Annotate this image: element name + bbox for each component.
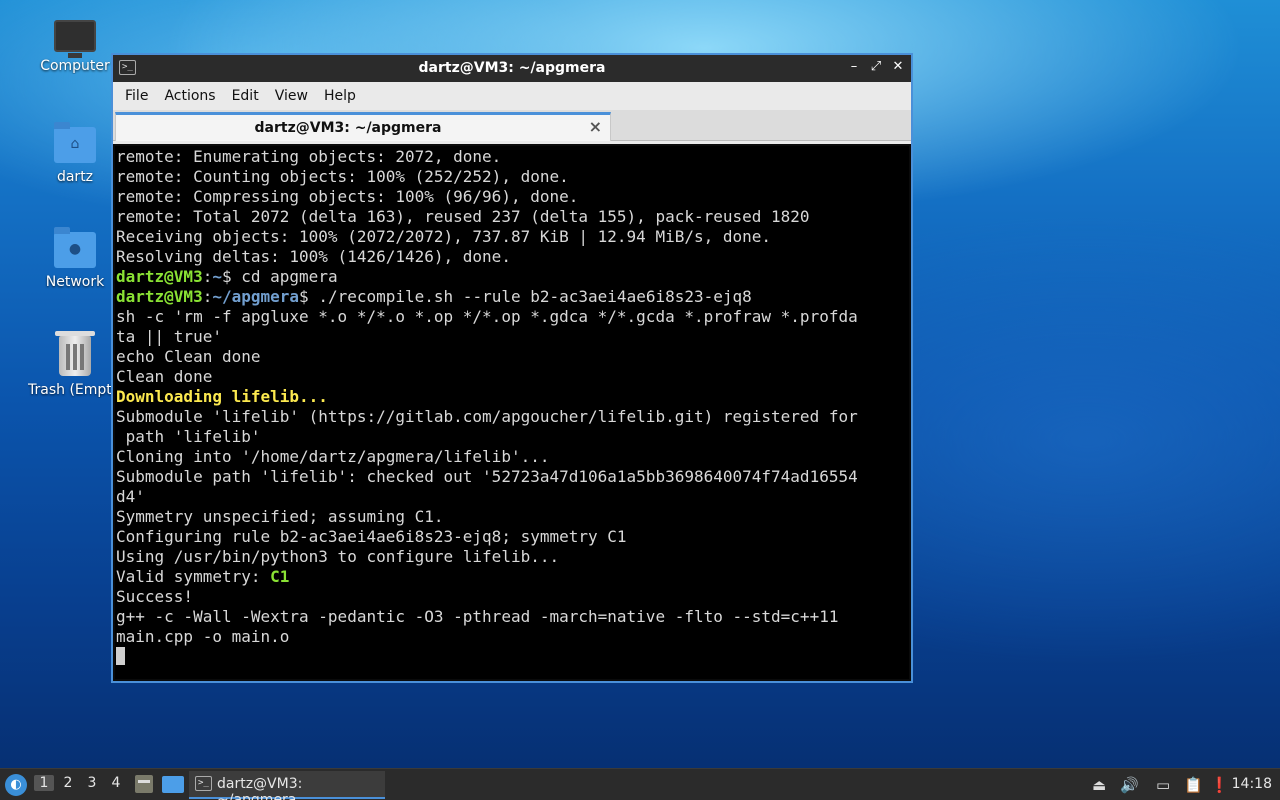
terminal-line: echo Clean done <box>116 347 261 366</box>
menu-help[interactable]: Help <box>316 88 364 104</box>
tab-terminal[interactable]: dartz@VM3: ~/apgmera × <box>115 112 611 141</box>
terminal-window: >_ dartz@VM3: ~/apgmera – ⤢ ✕ File Actio… <box>111 53 913 683</box>
prompt-user: dartz@VM3 <box>116 287 203 306</box>
tab-label: dartz@VM3: ~/apgmera <box>254 120 442 136</box>
terminal-line: Receiving objects: 100% (2072/2072), 737… <box>116 227 772 246</box>
prompt-command: ./recompile.sh --rule b2-ac3aei4ae6i8s23… <box>318 287 752 306</box>
update-icon[interactable]: ❗ <box>1210 776 1229 794</box>
menu-edit[interactable]: Edit <box>224 88 267 104</box>
terminal-output[interactable]: remote: Enumerating objects: 2072, done.… <box>113 144 911 681</box>
computer-icon <box>54 20 96 58</box>
terminal-line: remote: Enumerating objects: 2072, done. <box>116 147 502 166</box>
window-titlebar[interactable]: >_ dartz@VM3: ~/apgmera – ⤢ ✕ <box>113 55 911 82</box>
tab-close-icon[interactable]: × <box>589 117 602 136</box>
workspace-3[interactable]: 3 <box>82 775 102 791</box>
terminal-line: Success! <box>116 587 194 606</box>
menu-file[interactable]: File <box>117 88 156 104</box>
workspace-2[interactable]: 2 <box>58 775 78 791</box>
taskbar-task-terminal[interactable]: >_ dartz@VM3: ~/apgmera <box>189 771 385 800</box>
workspace-1[interactable]: 1 <box>34 775 54 791</box>
terminal-line: remote: Counting objects: 100% (252/252)… <box>116 167 569 186</box>
terminal-line-highlight: Downloading lifelib... <box>116 387 328 406</box>
prompt-user: dartz@VM3 <box>116 267 203 286</box>
terminal-line: remote: Compressing objects: 100% (96/96… <box>116 187 579 206</box>
terminal-prompt-line: dartz@VM3:~/apgmera$ ./recompile.sh --ru… <box>116 287 909 307</box>
terminal-line: Using /usr/bin/python3 to configure life… <box>116 547 560 566</box>
file-manager-icon[interactable] <box>135 775 153 793</box>
terminal-line: ta || true' <box>116 327 222 346</box>
terminal-cursor-line <box>116 647 909 667</box>
taskbar: ◐ 1 2 3 4 >_ dartz@VM3: ~/apgmera ⏏ 🔊 ▭ … <box>0 768 1280 800</box>
maximize-button[interactable]: ⤢ <box>869 59 883 74</box>
terminal-line: g++ -c -Wall -Wextra -pedantic -O3 -pthr… <box>116 607 839 626</box>
close-button[interactable]: ✕ <box>891 59 905 74</box>
eject-icon[interactable]: ⏏ <box>1092 776 1106 794</box>
prompt-sep: : <box>202 267 213 286</box>
terminal-line: Cloning into '/home/dartz/apgmera/lifeli… <box>116 447 550 466</box>
terminal-line: main.cpp -o main.o <box>116 627 290 646</box>
text-cursor <box>116 647 125 665</box>
terminal-app-icon: >_ <box>195 776 212 791</box>
terminal-prompt-line: dartz@VM3:~$ cd apgmera <box>116 267 909 287</box>
home-folder-icon: ⌂ <box>54 122 96 163</box>
menu-bar: File Actions Edit View Help <box>113 82 911 110</box>
menu-actions[interactable]: Actions <box>156 88 223 104</box>
terminal-line: Symmetry unspecified; assuming C1. <box>116 507 444 526</box>
terminal-line: Resolving deltas: 100% (1426/1426), done… <box>116 247 511 266</box>
terminal-line: Clean done <box>116 367 213 386</box>
symmetry-prefix: Valid symmetry: <box>116 567 271 586</box>
start-menu-icon[interactable]: ◐ <box>5 774 27 796</box>
terminal-line: Submodule path 'lifelib': checked out '5… <box>116 467 858 486</box>
terminal-line: d4' <box>116 487 145 506</box>
terminal-line: path 'lifelib' <box>116 427 261 446</box>
symmetry-value: C1 <box>270 567 290 586</box>
network-folder-icon: ● <box>54 227 96 268</box>
tab-bar: dartz@VM3: ~/apgmera × <box>113 110 911 141</box>
prompt-command: cd apgmera <box>241 267 338 286</box>
prompt-sep: : <box>202 287 213 306</box>
desktop-icon-label: Trash (Empty) <box>28 382 118 398</box>
workspace-4[interactable]: 4 <box>106 775 126 791</box>
terminal-line: Configuring rule b2-ac3aei4ae6i8s23-ejq8… <box>116 527 627 546</box>
prompt-dollar: $ <box>221 267 242 286</box>
clock[interactable]: 14:18 <box>1232 776 1272 792</box>
clipboard-icon[interactable]: 📋 <box>1184 776 1203 794</box>
prompt-path: ~/apgmera <box>212 287 300 306</box>
prompt-path: ~ <box>212 267 222 286</box>
terminal-line: sh -c 'rm -f apgluxe *.o */*.o *.op */*.… <box>116 307 858 326</box>
prompt-dollar: $ <box>299 287 319 306</box>
show-desktop-icon[interactable] <box>162 776 184 793</box>
terminal-line: Valid symmetry: C1 <box>116 567 909 587</box>
trash-icon <box>55 331 95 376</box>
speaker-icon[interactable]: 🔊 <box>1120 776 1139 794</box>
terminal-line: remote: Total 2072 (delta 163), reused 2… <box>116 207 810 226</box>
window-title: dartz@VM3: ~/apgmera <box>418 60 606 76</box>
minimize-button[interactable]: – <box>847 59 861 74</box>
network-icon[interactable]: ▭ <box>1156 776 1170 794</box>
taskbar-task-label: dartz@VM3: ~/apgmera <box>217 776 303 800</box>
menu-view[interactable]: View <box>267 88 316 104</box>
terminal-line: Submodule 'lifelib' (https://gitlab.com/… <box>116 407 858 426</box>
